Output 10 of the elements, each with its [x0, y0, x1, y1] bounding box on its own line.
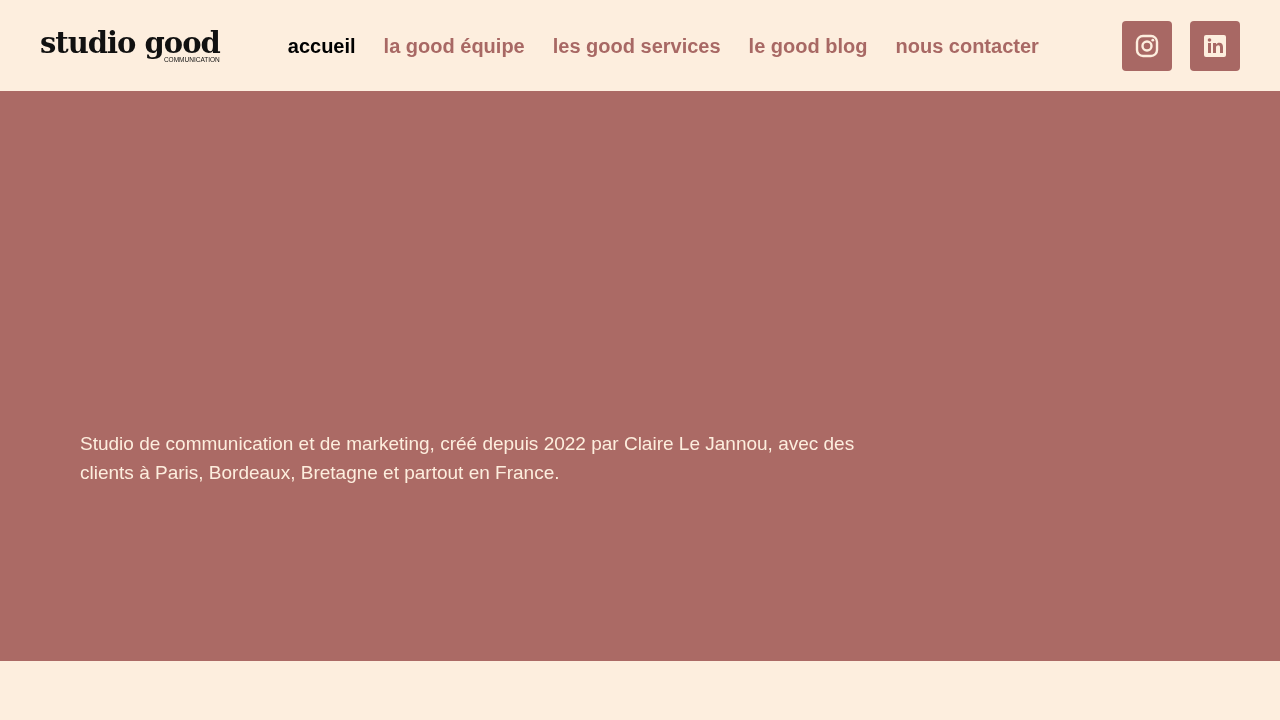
nav-link[interactable]: le good blog [748, 30, 868, 61]
instagram-icon [1135, 33, 1159, 58]
linkedin-button[interactable] [1190, 20, 1240, 71]
nav-link[interactable]: la good équipe [383, 30, 525, 61]
instagram-button[interactable] [1122, 20, 1172, 71]
nav-link[interactable]: nous contacter [895, 30, 1039, 61]
linkedin-icon [1203, 33, 1227, 58]
nav-link[interactable]: les good services [552, 30, 721, 61]
hero-text: Studio de communication et de marketing, créé depuis 2022 par Claire Le Jannou, avec des clients à Paris, Bordeaux, Bretagne et partout en France. [80, 432, 856, 485]
nav-link[interactable]: accueil [287, 30, 356, 61]
